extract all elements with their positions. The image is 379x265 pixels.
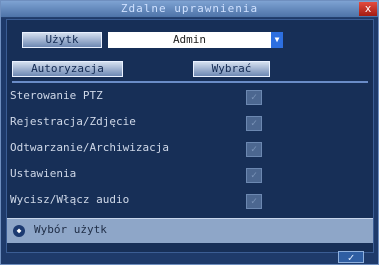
checkbox-ptz[interactable]: ✓ <box>246 90 262 105</box>
chevron-down-icon[interactable]: ▼ <box>271 32 283 48</box>
permission-row-audio: Wycisz/Włącz audio ✓ <box>7 192 373 212</box>
hint-bar: ◆ Wybór użytk <box>7 218 373 243</box>
title-bar: Zdalne uprawnienia x <box>1 1 378 18</box>
permission-row-ptz: Sterowanie PTZ ✓ <box>7 88 373 108</box>
user-select[interactable]: Admin ▼ <box>108 32 283 48</box>
permission-label: Rejestracja/Zdjęcie <box>10 115 136 128</box>
checkbox-audio[interactable]: ✓ <box>246 194 262 209</box>
permission-label: Sterowanie PTZ <box>10 89 103 102</box>
remote-permissions-window: Zdalne uprawnienia x Użytk Admin ▼ Autor… <box>0 0 379 265</box>
user-button[interactable]: Użytk <box>22 32 102 48</box>
user-select-value: Admin <box>172 33 207 46</box>
hint-text: Wybór użytk <box>34 223 107 236</box>
permission-label: Ustawienia <box>10 167 77 180</box>
authorization-button[interactable]: Autoryzacja <box>12 61 123 77</box>
checkbox-settings[interactable]: ✓ <box>246 168 262 183</box>
close-button[interactable]: x <box>359 2 377 16</box>
checkbox-record[interactable]: ✓ <box>246 116 262 131</box>
permissions-panel: Użytk Admin ▼ Autoryzacja Wybrać Sterowa… <box>6 19 374 253</box>
permission-row-playback: Odtwarzanie/Archiwizacja ✓ <box>7 140 373 160</box>
confirm-button[interactable]: ✓ <box>338 251 364 264</box>
permission-label: Odtwarzanie/Archiwizacja <box>10 141 169 154</box>
window-title: Zdalne uprawnienia <box>120 2 259 15</box>
select-button[interactable]: Wybrać <box>193 61 270 77</box>
permission-row-settings: Ustawienia ✓ <box>7 166 373 186</box>
permission-row-record: Rejestracja/Zdjęcie ✓ <box>7 114 373 134</box>
navigation-icon: ◆ <box>13 225 25 237</box>
checkbox-playback[interactable]: ✓ <box>246 142 262 157</box>
permission-label: Wycisz/Włącz audio <box>10 193 130 206</box>
section-divider <box>12 81 368 83</box>
